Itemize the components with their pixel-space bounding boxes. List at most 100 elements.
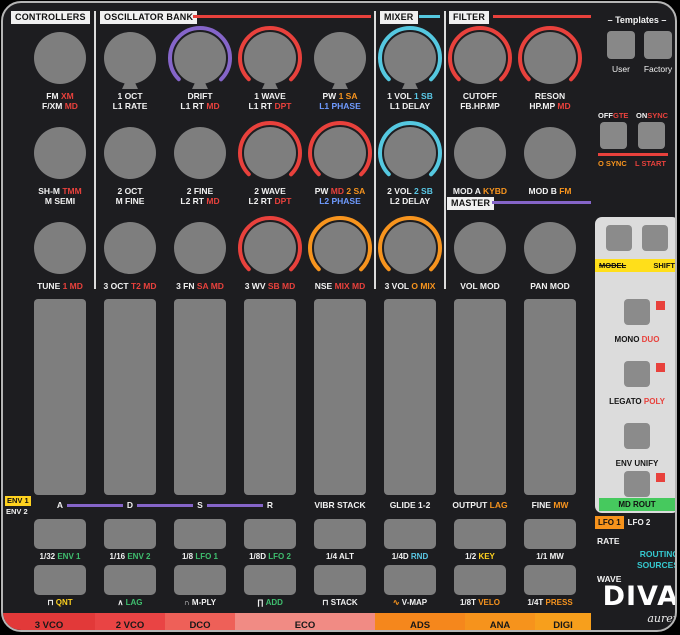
label-segment: ∏ (257, 598, 266, 607)
label-segment: 1/8D (249, 552, 269, 561)
fader-7[interactable] (454, 299, 506, 495)
knob-r2-c6[interactable] (375, 120, 445, 186)
pad-row1-button-6[interactable] (384, 519, 436, 549)
label-segment: FB.HP.MP (460, 101, 500, 111)
knob-r2-c2[interactable] (95, 120, 165, 186)
user-template-button[interactable] (607, 31, 635, 59)
knob-r3-c2[interactable] (95, 215, 165, 281)
pad-row1-button-3[interactable] (174, 519, 226, 549)
label-segment: A (56, 500, 64, 510)
section-header-mixer: MIXER (380, 11, 418, 24)
knob-unit-r2-c8: MOD B FM (515, 120, 585, 216)
fader-5[interactable] (314, 299, 366, 495)
pad-row1-button-2[interactable] (104, 519, 156, 549)
brand-logo: DIVA (602, 581, 677, 612)
knob-r2-c8[interactable] (515, 120, 585, 186)
label-segment: PRESS (545, 598, 573, 607)
knob-cap (104, 222, 156, 274)
knob-r3-c5[interactable] (305, 215, 375, 281)
knob-r3-c4[interactable] (235, 215, 305, 281)
label-segment: 3 VOL (384, 281, 412, 291)
pad-row1-button-4[interactable] (244, 519, 296, 549)
label-segment: POLY (643, 397, 665, 406)
knob-r1-c7[interactable] (445, 25, 515, 91)
label-segment: ADD (265, 598, 283, 607)
fader-4[interactable] (244, 299, 296, 495)
fader-8[interactable] (524, 299, 576, 495)
brand-maker: aurex (647, 612, 677, 625)
pad-row2-button-6[interactable] (384, 565, 436, 595)
gate-button[interactable] (600, 122, 627, 149)
fader-3[interactable] (174, 299, 226, 495)
label-segment: SH-M (38, 186, 63, 196)
off-text: OFF (598, 111, 613, 120)
knob-cap (524, 222, 576, 274)
env1-tag: ENV 1 (5, 496, 31, 506)
mode-button-1[interactable] (624, 299, 650, 325)
footer-segment-7: DIGI (535, 613, 591, 630)
factory-template-button[interactable] (644, 31, 672, 59)
label-segment: 1/1 (536, 552, 550, 561)
knob-r1-c6[interactable] (375, 25, 445, 91)
pad-row2-button-7[interactable] (454, 565, 506, 595)
knob-r3-c3[interactable] (165, 215, 235, 281)
label-segment: DUO (641, 335, 660, 344)
label-segment: ALT (339, 552, 354, 561)
footer-segment-5: ADS (375, 613, 465, 630)
mode-button-2[interactable] (624, 361, 650, 387)
pad-row2-button-3[interactable] (174, 565, 226, 595)
pad-row1-button-5[interactable] (314, 519, 366, 549)
fader-1[interactable] (34, 299, 86, 495)
footer-segment-2: 2 VCO (95, 613, 165, 631)
knob-r2-c7[interactable] (445, 120, 515, 186)
mode-button-3[interactable] (624, 423, 650, 449)
knob-label-line2: L2 DELAY (366, 196, 454, 206)
knob-r3-c6[interactable] (375, 215, 445, 281)
label-segment: R (266, 500, 274, 510)
footer-label: ECO (294, 620, 316, 631)
osc-sync-label: O SYNC (598, 159, 627, 168)
knob-r1-c5[interactable] (305, 25, 375, 91)
pad-row2-button-8[interactable] (524, 565, 576, 595)
label-segment: D (126, 500, 134, 510)
fader-2[interactable] (104, 299, 156, 495)
lfo1-tag: LFO 1 (595, 516, 624, 529)
label-segment: QNT (55, 598, 73, 607)
knob-unit-r2-c6: 2 VOL 2 SB L2 DELAY (375, 120, 445, 216)
knob-unit-r1-c3: DRIFT L1 RT MD (165, 25, 235, 121)
pad-row1-button-8[interactable] (524, 519, 576, 549)
footer-label: 3 VCO (34, 620, 64, 631)
knob-r1-c8[interactable] (515, 25, 585, 91)
knob-r2-c5[interactable] (305, 120, 375, 186)
knob-r3-c7[interactable] (445, 215, 515, 281)
knob-r1-c4[interactable] (235, 25, 305, 91)
knob-r2-c1[interactable] (25, 120, 95, 186)
pad-row2-button-4[interactable] (244, 565, 296, 595)
label-segment: MONO (614, 335, 642, 344)
knob-r1-c2[interactable] (95, 25, 165, 91)
pad-row2-button-5[interactable] (314, 565, 366, 595)
pad-row1-label-8: 1/1 MW (506, 552, 594, 561)
knob-unit-r3-c3: 3 FN SA MD (165, 215, 235, 311)
board: CONTROLLERS OSCILLATOR BANK MIXER FILTER… (1, 1, 677, 632)
knob-r1-c3[interactable] (165, 25, 235, 91)
knob-r2-c3[interactable] (165, 120, 235, 186)
label-segment: ⊓ (47, 598, 56, 607)
knob-r3-c8[interactable] (515, 215, 585, 281)
pad-row1-button-1[interactable] (34, 519, 86, 549)
label-segment: 1/2 (465, 552, 479, 561)
pad-row2-button-1[interactable] (34, 565, 86, 595)
footer-label: 2 VCO (115, 620, 145, 631)
knob-r2-c4[interactable] (235, 120, 305, 186)
pad-row2-button-2[interactable] (104, 565, 156, 595)
knob-r1-c1[interactable] (25, 25, 95, 91)
pad-row1-button-7[interactable] (454, 519, 506, 549)
label-segment: ∩ (183, 598, 192, 607)
label-segment: 3 OCT (103, 281, 131, 291)
knob-r3-c1[interactable] (25, 215, 95, 281)
fader-6[interactable] (384, 299, 436, 495)
mode-button-4[interactable] (624, 471, 650, 497)
sync-button[interactable] (638, 122, 665, 149)
lfo-start-label: L START (635, 159, 666, 168)
label-segment: 1 SB (413, 91, 433, 101)
